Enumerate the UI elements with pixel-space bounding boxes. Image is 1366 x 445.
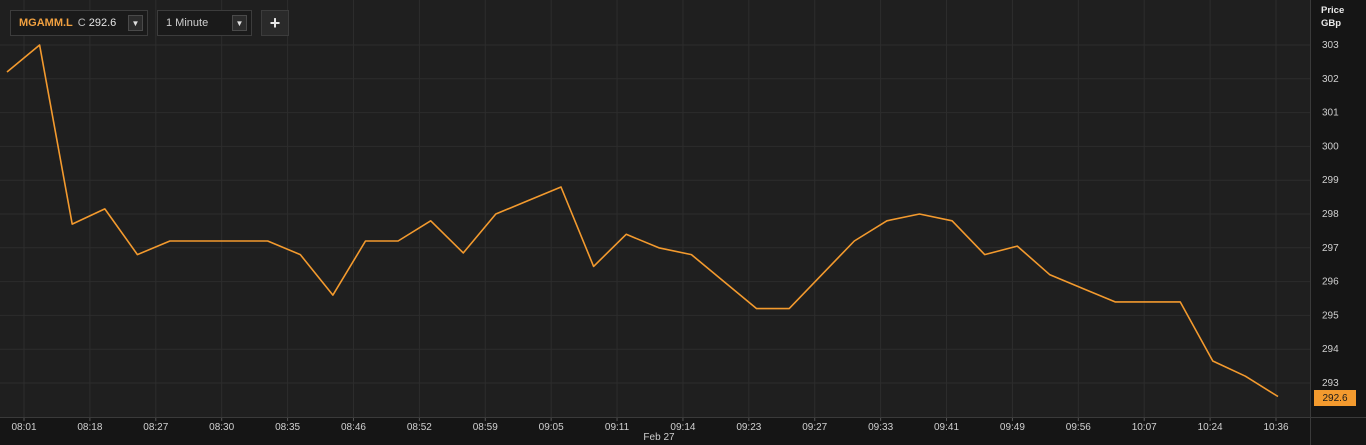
add-button[interactable]: + <box>261 10 289 36</box>
price-axis-title: Price GBp <box>1321 4 1344 30</box>
x-tick-label: 10:24 <box>1198 422 1223 433</box>
last-price-tag: 292.6 <box>1314 390 1356 406</box>
y-tick-label: 303 <box>1322 40 1339 51</box>
triangle-down-icon[interactable]: ▼ <box>232 15 247 31</box>
close-value: 292.6 <box>88 17 117 29</box>
x-tick-label: 09:23 <box>736 422 761 433</box>
x-tick-label: 09:56 <box>1066 422 1091 433</box>
y-tick-label: 297 <box>1322 243 1339 254</box>
y-tick-label: 296 <box>1322 277 1339 288</box>
x-tick-label: 09:41 <box>934 422 959 433</box>
x-tick-label: 09:11 <box>605 422 630 433</box>
y-tick-label: 301 <box>1322 108 1339 119</box>
y-tick-label: 293 <box>1322 378 1339 389</box>
x-tick-label: 08:52 <box>407 422 432 433</box>
x-tick-label: 08:01 <box>11 422 36 433</box>
x-tick-label: 09:49 <box>1000 422 1025 433</box>
triangle-down-icon[interactable]: ▼ <box>128 15 143 31</box>
close-prefix: C <box>77 17 86 29</box>
x-tick-label: 08:18 <box>77 422 102 433</box>
currency-label: GBp <box>1321 18 1342 29</box>
y-tick-label: 302 <box>1322 74 1339 85</box>
symbol-label: MGAMM.L <box>19 17 73 29</box>
x-tick-label: 08:59 <box>473 422 498 433</box>
x-tick-label: 09:33 <box>868 422 893 433</box>
symbol-selector[interactable]: MGAMM.L C 292.6 ▼ <box>10 10 148 36</box>
y-tick-label: 298 <box>1322 209 1339 220</box>
x-tick-label: 10:07 <box>1132 422 1157 433</box>
x-tick-label: 08:27 <box>143 422 168 433</box>
y-tick-label: 300 <box>1322 141 1339 152</box>
x-tick-label: 10:36 <box>1263 422 1288 433</box>
price-chart[interactable]: 293 294 295 296 297 298 299 300 301 302 303 08:01 08… <box>0 0 1366 445</box>
x-tick-label: 08:46 <box>341 422 366 433</box>
price-title: Price <box>1321 5 1345 16</box>
x-tick-label: 08:30 <box>209 422 234 433</box>
x-tick-label: 09:27 <box>802 422 827 433</box>
price-series-line <box>6 44 1279 398</box>
y-tick-label: 294 <box>1322 344 1339 355</box>
interval-label: 1 Minute <box>166 17 209 29</box>
y-tick-label: 299 <box>1322 175 1339 186</box>
x-tick-label: 09:05 <box>539 422 564 433</box>
y-tick-label: 295 <box>1322 310 1339 321</box>
interval-selector[interactable]: 1 Minute ▼ <box>157 10 252 36</box>
x-tick-label: 08:35 <box>275 422 300 433</box>
date-label: Feb 27 <box>643 432 675 443</box>
